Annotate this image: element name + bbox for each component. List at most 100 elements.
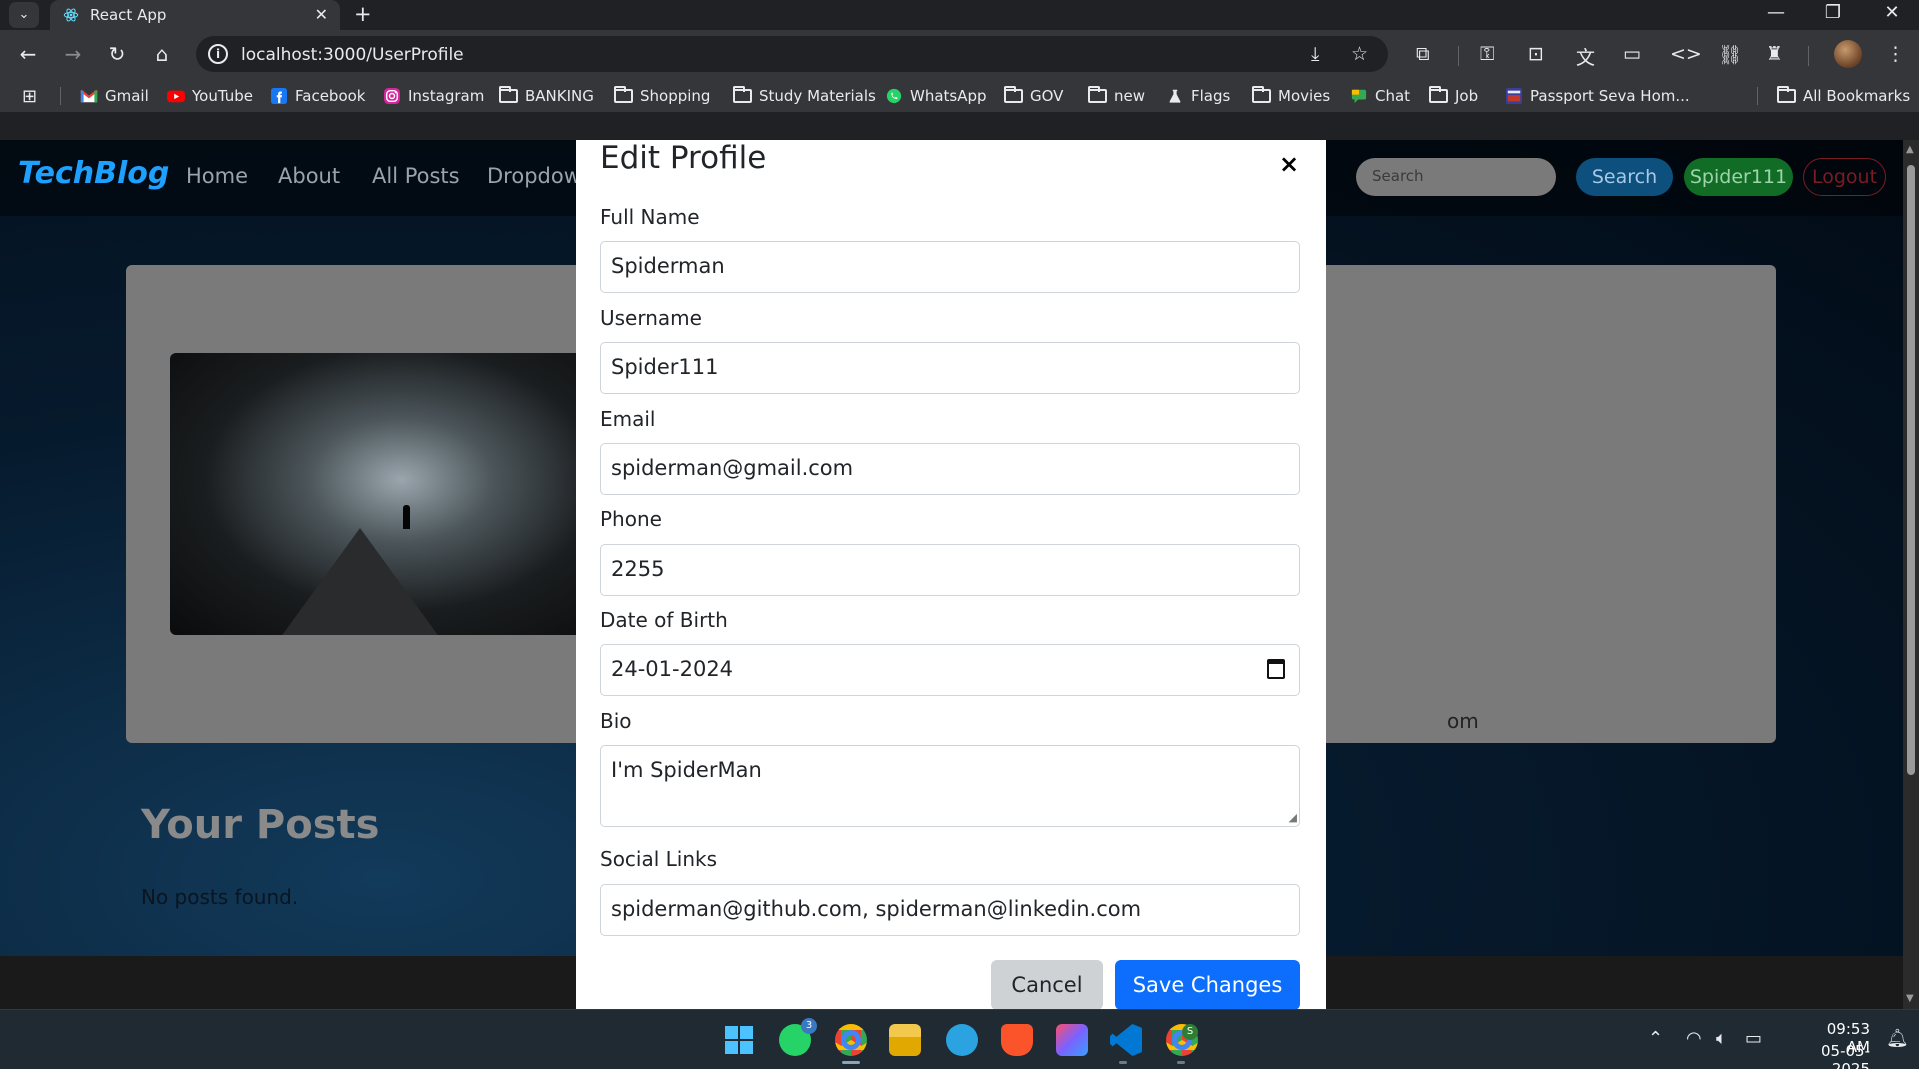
volume-icon[interactable]: 🔈︎ — [1716, 1028, 1727, 1049]
bookmark-study-materials[interactable]: Study Materials — [733, 85, 876, 107]
calendar-icon[interactable] — [1267, 659, 1285, 679]
address-bar[interactable]: i localhost:3000/UserProfile ⤓ ☆ — [196, 36, 1388, 72]
site-brand[interactable]: TechBlog — [18, 156, 169, 191]
wifi-icon[interactable]: ◠ — [1686, 1028, 1702, 1049]
cancel-button[interactable]: Cancel — [991, 960, 1103, 1009]
incognito-icon[interactable]: ♜ — [1766, 43, 1783, 65]
devtools-code-icon[interactable]: <> — [1670, 43, 1702, 65]
bookmark-shopping[interactable]: Shopping — [614, 85, 710, 107]
tray-chevron-icon[interactable]: ⌃ — [1648, 1028, 1663, 1049]
scroll-down-icon[interactable]: ▼ — [1906, 993, 1914, 1004]
passport-icon — [1506, 88, 1522, 104]
bookmark-job[interactable]: Job — [1429, 85, 1478, 107]
telegram-icon[interactable] — [946, 1024, 978, 1056]
minimize-icon[interactable]: — — [1756, 2, 1796, 23]
dob-input[interactable]: 24-01-2024 — [600, 644, 1300, 696]
bookmark-label: Movies — [1278, 87, 1331, 105]
bookmarks-bar: ⊞ Gmail YouTube Facebook Instagram BANKI… — [0, 78, 1919, 112]
apps-grid-icon[interactable]: ⊞ — [22, 85, 37, 107]
windows-start-icon[interactable] — [723, 1024, 755, 1056]
url-text[interactable]: localhost:3000/UserProfile — [241, 45, 464, 65]
nav-all-posts[interactable]: All Posts — [372, 164, 460, 188]
bookmark-label: new — [1114, 87, 1146, 105]
translate-icon[interactable]: 文 — [1576, 43, 1595, 70]
full-name-input[interactable]: Spiderman — [600, 241, 1300, 293]
facebook-icon — [271, 88, 287, 104]
home-icon[interactable]: ⌂ — [149, 41, 175, 67]
modal-close-icon[interactable]: × — [1279, 150, 1299, 178]
vertical-scrollbar[interactable]: ▲ ▼ — [1903, 140, 1919, 1009]
tab-close-icon[interactable]: ✕ — [315, 5, 328, 24]
site-search-input[interactable]: Search — [1356, 158, 1556, 196]
reload-icon[interactable]: ↻ — [104, 41, 130, 67]
window-close-icon[interactable]: ✕ — [1872, 2, 1912, 23]
bio-textarea[interactable]: I'm SpiderMan ◢ — [600, 745, 1300, 827]
link-icon[interactable]: ⛓ — [1718, 43, 1742, 66]
user-profile-button[interactable]: Spider111 — [1684, 158, 1793, 196]
nav-dropdown[interactable]: Dropdow — [487, 164, 581, 188]
bookmark-instagram[interactable]: Instagram — [383, 85, 484, 107]
modal-title: Edit Profile — [600, 140, 767, 176]
cast-icon[interactable]: ▭ — [1623, 43, 1641, 65]
bookmark-label: Flags — [1191, 87, 1231, 105]
save-changes-button[interactable]: Save Changes — [1115, 960, 1300, 1009]
folder-icon — [1252, 86, 1271, 103]
battery-icon[interactable]: ▭ — [1745, 1028, 1762, 1049]
bookmark-chat[interactable]: Chat — [1350, 85, 1410, 107]
scrollbar-thumb[interactable] — [1907, 165, 1915, 775]
email-input[interactable]: spiderman@gmail.com — [600, 443, 1300, 495]
screenshot-icon[interactable]: ⊡ — [1528, 43, 1544, 65]
bookmark-banking[interactable]: BANKING — [499, 85, 594, 107]
file-explorer-icon[interactable] — [889, 1024, 921, 1056]
bookmark-label: GOV — [1030, 87, 1064, 105]
forward-icon[interactable]: → — [60, 41, 86, 67]
person-silhouette — [403, 505, 410, 529]
extensions-icon[interactable]: ⧉ — [1416, 43, 1430, 65]
install-app-icon[interactable]: ⤓ — [1311, 43, 1319, 65]
phone-input[interactable]: 2255 — [600, 544, 1300, 596]
paint-app-icon[interactable] — [1056, 1024, 1088, 1056]
bookmark-new[interactable]: new — [1088, 85, 1145, 107]
brave-icon[interactable] — [1001, 1024, 1033, 1056]
notifications-icon[interactable]: 🔔︎ — [1886, 1028, 1909, 1049]
restore-icon[interactable]: ❐ — [1813, 2, 1853, 23]
social-links-input[interactable]: spiderman@github.com, spiderman@linkedin… — [600, 884, 1300, 936]
bookmark-gmail[interactable]: Gmail — [80, 85, 149, 107]
password-key-icon[interactable]: ⚿ — [1480, 43, 1494, 65]
clock-date[interactable]: 05-05-2025 — [1786, 1042, 1870, 1069]
folder-icon — [1429, 86, 1448, 103]
bookmark-facebook[interactable]: Facebook — [270, 85, 365, 107]
profile-cover-image — [170, 353, 590, 635]
vscode-icon[interactable] — [1110, 1024, 1142, 1056]
bookmark-flags[interactable]: Flags — [1166, 85, 1230, 107]
windows-taskbar: 3 S ⌃ ◠ 🔈︎ ▭ 09:53 AM 05-05-2025 🔔︎ — [0, 1009, 1919, 1069]
resize-grip-icon[interactable]: ◢ — [1289, 811, 1297, 824]
dob-value: 24-01-2024 — [611, 657, 734, 681]
running-app-indicator — [1177, 1061, 1185, 1064]
logout-button[interactable]: Logout — [1803, 158, 1886, 196]
profile-avatar[interactable] — [1834, 40, 1862, 68]
pier-shape — [280, 528, 440, 635]
site-search-button[interactable]: Search — [1576, 158, 1673, 196]
bookmark-star-icon[interactable]: ☆ — [1351, 43, 1368, 65]
bookmark-gov[interactable]: GOV — [1004, 85, 1063, 107]
site-info-icon[interactable]: i — [208, 44, 228, 64]
scroll-up-icon[interactable]: ▲ — [1906, 144, 1914, 155]
bookmark-youtube[interactable]: YouTube — [167, 85, 253, 107]
all-bookmarks[interactable]: All Bookmarks — [1777, 85, 1910, 107]
more-menu-icon[interactable]: ⋮ — [1886, 43, 1905, 65]
browser-tab[interactable]: React App ✕ — [50, 0, 340, 30]
tab-search-chevron-icon[interactable]: ⌄ — [9, 2, 39, 28]
new-tab-icon[interactable]: + — [354, 2, 372, 26]
bookmark-whatsapp[interactable]: WhatsApp — [885, 85, 987, 107]
chrome-profile-app-icon[interactable]: S — [1166, 1024, 1198, 1056]
back-icon[interactable]: ← — [15, 41, 41, 67]
username-input[interactable]: Spider111 — [600, 342, 1300, 394]
nav-about[interactable]: About — [278, 164, 340, 188]
nav-home[interactable]: Home — [186, 164, 248, 188]
bookmark-movies[interactable]: Movies — [1252, 85, 1330, 107]
bookmark-passport-seva[interactable]: Passport Seva Hom... — [1505, 85, 1690, 107]
whatsapp-app-icon[interactable]: 3 — [779, 1018, 817, 1056]
bio-label: Bio — [600, 709, 632, 733]
chrome-app-icon[interactable] — [835, 1024, 867, 1056]
